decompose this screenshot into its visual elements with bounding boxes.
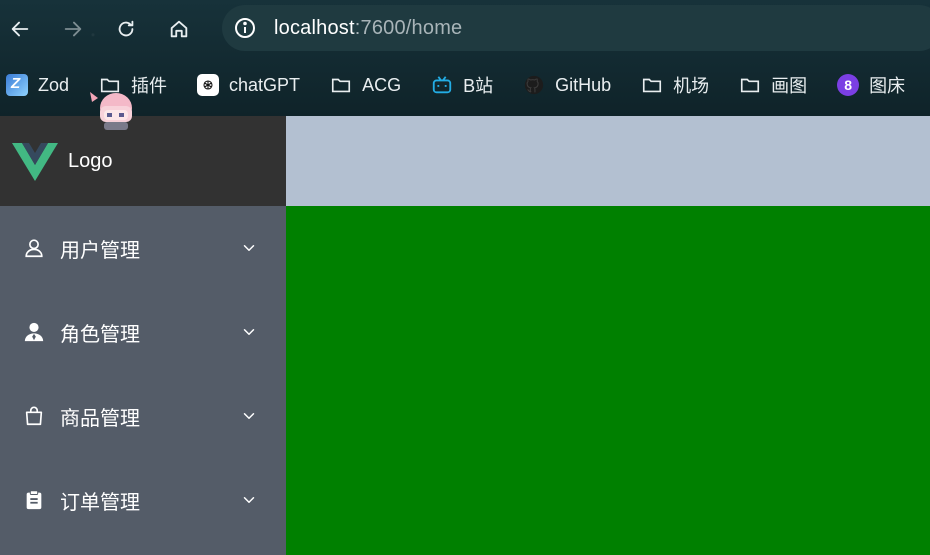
back-button[interactable] xyxy=(0,9,40,49)
url-host: localhost xyxy=(274,16,355,39)
url-path: :7600/home xyxy=(354,16,463,39)
page-header xyxy=(286,116,930,206)
app-container: Logo 用户管理 角色管理 商品管理 订单管理 xyxy=(0,116,930,555)
browser-chrome: localhost:7600/home Zod 插件 chatGPT ACG xyxy=(0,0,930,116)
bookmark-label: GitHub xyxy=(555,74,612,95)
github-icon xyxy=(523,74,545,96)
logo-text: Logo xyxy=(68,149,113,172)
menu-item-label: 商品管理 xyxy=(60,407,140,430)
menu-item-user-management[interactable]: 用户管理 xyxy=(0,206,286,290)
user-filled-icon xyxy=(22,320,46,344)
bookmark-label: 图床 xyxy=(869,76,906,96)
menu-item-product-management[interactable]: 商品管理 xyxy=(0,374,286,458)
arrow-right-icon xyxy=(64,21,82,37)
logo-area[interactable]: Logo xyxy=(0,116,286,206)
shopping-bag-icon xyxy=(22,404,46,428)
circle-8-icon: 8 xyxy=(837,74,860,96)
bookmark-imagehost[interactable]: 8 图床 xyxy=(831,68,911,102)
main-content xyxy=(286,206,930,555)
folder-icon xyxy=(641,74,663,96)
folder-icon xyxy=(330,74,352,96)
bookmark-chatgpt[interactable]: chatGPT xyxy=(191,68,306,102)
address-bar[interactable]: localhost:7600/home xyxy=(222,5,930,51)
bookmark-label: chatGPT xyxy=(229,74,301,95)
menu-item-label: 订单管理 xyxy=(60,491,140,514)
menu-item-role-management[interactable]: 角色管理 xyxy=(0,290,286,374)
user-outline-icon xyxy=(22,236,46,260)
home-icon xyxy=(170,20,188,38)
folder-icon xyxy=(739,74,761,96)
vue-logo-icon xyxy=(12,143,58,181)
bookmark-drawing[interactable]: 画图 xyxy=(733,68,813,102)
menu-item-label: 用户管理 xyxy=(60,239,140,262)
chevron-down-icon xyxy=(243,497,255,503)
menu-item-label: 角色管理 xyxy=(60,323,140,346)
chevron-down-icon xyxy=(243,245,255,251)
home-button[interactable] xyxy=(159,9,199,49)
reload-button[interactable] xyxy=(106,9,146,49)
zod-icon xyxy=(6,74,28,96)
bookmark-label: 画图 xyxy=(771,76,808,96)
bookmark-label: 机场 xyxy=(673,76,710,96)
bookmark-github[interactable]: GitHub xyxy=(517,68,617,102)
sidebar: Logo 用户管理 角色管理 商品管理 订单管理 xyxy=(0,116,286,555)
mascot-sprite-icon xyxy=(90,92,132,130)
bookmark-label: Zod xyxy=(38,74,70,95)
chevron-down-icon xyxy=(243,329,255,335)
bookmark-label: ACG xyxy=(362,74,402,95)
bookmark-zod[interactable]: Zod xyxy=(0,68,75,102)
site-info-icon[interactable] xyxy=(232,15,258,41)
bookmarks-bar: Zod 插件 chatGPT ACG B站 xyxy=(0,62,930,108)
bilibili-icon xyxy=(431,74,453,96)
bookmark-bilibili[interactable]: B站 xyxy=(425,68,499,102)
clipboard-icon xyxy=(22,488,46,512)
bookmark-acg[interactable]: ACG xyxy=(324,68,407,102)
browser-nav-row: localhost:7600/home xyxy=(0,0,930,58)
forward-button[interactable] xyxy=(53,9,93,49)
chatgpt-icon xyxy=(197,74,220,96)
reload-icon xyxy=(118,20,134,37)
bookmark-airport[interactable]: 机场 xyxy=(635,68,715,102)
arrow-left-icon xyxy=(11,21,29,37)
bookmark-label: B站 xyxy=(463,76,494,96)
menu-item-order-management[interactable]: 订单管理 xyxy=(0,458,286,542)
chevron-down-icon xyxy=(243,413,255,419)
url-text[interactable]: localhost:7600/home xyxy=(274,17,462,40)
